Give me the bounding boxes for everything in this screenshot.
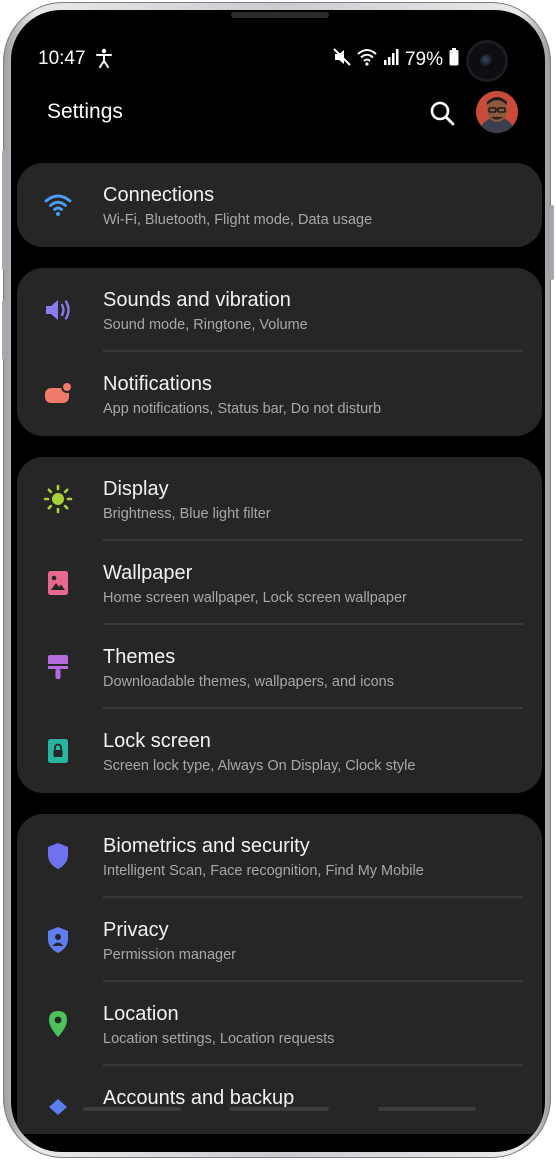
setting-label: Lock screen [103, 730, 211, 752]
wifi-icon [43, 190, 73, 220]
wallpaper-icon [43, 568, 73, 598]
setting-description: Brightness, Blue light filter [103, 506, 271, 522]
accessibility-icon [95, 48, 113, 73]
search-button[interactable] [427, 98, 457, 128]
setting-display[interactable]: Display Brightness, Blue light filter [17, 457, 542, 541]
search-icon [430, 101, 455, 126]
setting-label: Wallpaper [103, 562, 193, 584]
setting-themes[interactable]: Themes Downloadable themes, wallpapers, … [17, 625, 542, 709]
setting-label: Privacy [103, 919, 169, 941]
setting-privacy[interactable]: Privacy Permission manager [17, 898, 542, 982]
volume-icon [43, 295, 73, 325]
setting-description: Downloadable themes, wallpapers, and ico… [103, 674, 394, 690]
mute-icon [333, 48, 351, 72]
setting-notifications[interactable]: Notifications App notifications, Status … [17, 352, 542, 436]
wifi-icon [357, 48, 377, 72]
setting-description: Home screen wallpaper, Lock screen wallp… [103, 590, 407, 606]
setting-lock-screen[interactable]: Lock screen Screen lock type, Always On … [17, 709, 542, 793]
lock-icon [43, 736, 73, 766]
navigation-bar [11, 1107, 545, 1117]
front-camera [469, 43, 505, 79]
battery-icon [449, 48, 459, 72]
setting-description: Screen lock type, Always On Display, Clo… [103, 758, 416, 774]
shield-icon [43, 841, 73, 871]
setting-description: Location settings, Location requests [103, 1031, 335, 1047]
battery-percent: 79% [404, 49, 443, 70]
status-time: 10:47 [38, 48, 86, 69]
setting-label: Display [103, 478, 169, 500]
location-pin-icon [43, 1009, 73, 1039]
setting-biometrics-and-security[interactable]: Biometrics and security Intelligent Scan… [17, 814, 542, 898]
setting-label: Themes [103, 646, 176, 668]
setting-wallpaper[interactable]: Wallpaper Home screen wallpaper, Lock sc… [17, 541, 542, 625]
notification-icon [43, 379, 73, 409]
earpiece [231, 12, 329, 18]
setting-location[interactable]: Location Location settings, Location req… [17, 982, 542, 1066]
avatar[interactable] [476, 91, 518, 133]
page-title: Settings [47, 100, 123, 123]
bixby-button [2, 300, 6, 360]
volume-button [2, 150, 6, 270]
setting-description: App notifications, Status bar, Do not di… [103, 401, 382, 417]
setting-description: Wi-Fi, Bluetooth, Flight mode, Data usag… [103, 212, 373, 228]
setting-description: Sound mode, Ringtone, Volume [103, 317, 308, 333]
brightness-icon [43, 484, 73, 514]
setting-description: Permission manager [103, 947, 236, 963]
nav-recents-button[interactable] [83, 1107, 181, 1111]
setting-connections[interactable]: Connections Wi-Fi, Bluetooth, Flight mod… [17, 163, 542, 247]
settings-group-sound: Sounds and vibration Sound mode, Rington… [17, 268, 542, 436]
privacy-icon [43, 925, 73, 955]
phone-screen: 10:47 79% Settings Connections Wi-Fi, Bl… [11, 10, 545, 1152]
nav-back-button[interactable] [378, 1107, 476, 1111]
setting-label: Notifications [103, 373, 212, 395]
setting-label: Location [103, 1003, 179, 1025]
nav-home-button[interactable] [229, 1107, 329, 1111]
setting-label: Connections [103, 184, 215, 206]
settings-group-display: Display Brightness, Blue light filter Wa… [17, 457, 542, 793]
setting-label: Sounds and vibration [103, 289, 291, 311]
power-button [550, 205, 554, 280]
settings-group-security: Biometrics and security Intelligent Scan… [17, 814, 542, 1134]
signal-icon [383, 48, 399, 72]
setting-label: Biometrics and security [103, 835, 310, 857]
settings-group-connectivity: Connections Wi-Fi, Bluetooth, Flight mod… [17, 163, 542, 247]
status-icons: 79% [333, 48, 459, 72]
brush-icon [43, 652, 73, 682]
setting-sounds-and-vibration[interactable]: Sounds and vibration Sound mode, Rington… [17, 268, 542, 352]
setting-description: Intelligent Scan, Face recognition, Find… [103, 863, 424, 879]
